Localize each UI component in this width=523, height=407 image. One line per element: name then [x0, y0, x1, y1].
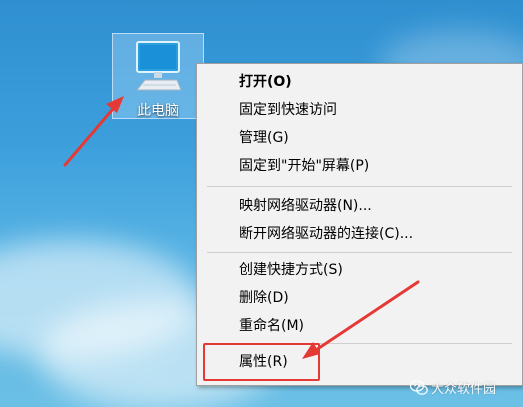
annotation-arrows	[63, 96, 420, 359]
desktop-screen: 此电脑 打开(O) 固定到快速访问 管理(G) 固定到"开始"屏幕(P) 映射网…	[0, 0, 523, 407]
arrowhead-properties	[302, 342, 320, 359]
arrowhead-icon	[106, 96, 124, 113]
arrow-to-properties	[308, 280, 420, 356]
arrow-to-icon	[63, 101, 120, 167]
watermark-text: 大众软件园	[431, 382, 497, 397]
wechat-icon	[410, 379, 428, 395]
watermark: 大众软件园	[410, 378, 496, 397]
